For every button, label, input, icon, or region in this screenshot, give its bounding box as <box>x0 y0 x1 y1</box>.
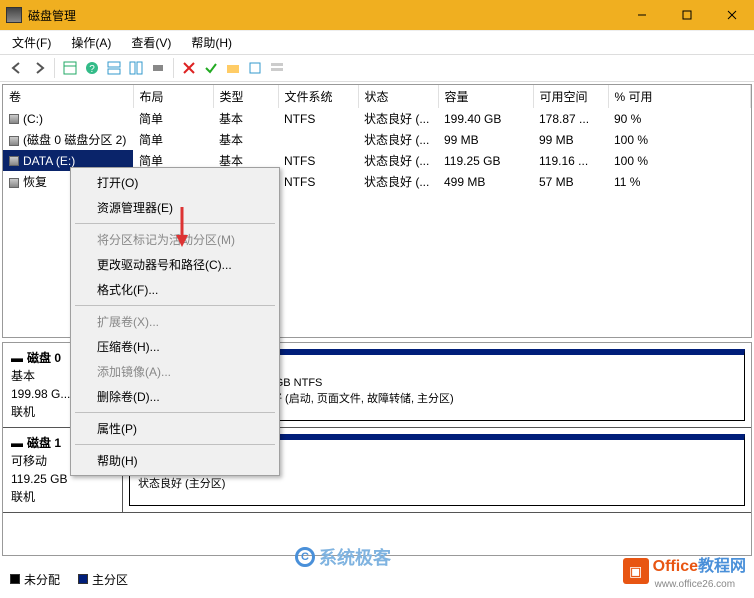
partition[interactable]: (C:) 199.40 GB NTFS 状态良好 (启动, 页面文件, 故障转储… <box>229 349 745 421</box>
col-free[interactable]: 可用空间 <box>533 85 608 108</box>
list-icon[interactable] <box>268 59 286 77</box>
menu-format[interactable]: 格式化(F)... <box>73 277 277 302</box>
delete-icon[interactable] <box>180 59 198 77</box>
refresh-icon[interactable] <box>246 59 264 77</box>
drive-icon <box>9 156 19 166</box>
menu-extend: 扩展卷(X)... <box>73 309 277 334</box>
col-type[interactable]: 类型 <box>213 85 278 108</box>
help-icon[interactable]: ? <box>83 59 101 77</box>
col-capacity[interactable]: 容量 <box>438 85 533 108</box>
menu-file[interactable]: 文件(F) <box>8 32 55 53</box>
menu-mirror: 添加镜像(A)... <box>73 359 277 384</box>
menubar: 文件(F) 操作(A) 查看(V) 帮助(H) <box>0 30 754 54</box>
folder-icon[interactable] <box>224 59 242 77</box>
col-layout[interactable]: 布局 <box>133 85 213 108</box>
legend: 未分配 主分区 <box>10 571 128 588</box>
menu-shrink[interactable]: 压缩卷(H)... <box>73 334 277 359</box>
menu-help[interactable]: 帮助(H) <box>73 448 277 473</box>
watermark: C系统极客 <box>295 544 391 570</box>
settings-icon[interactable] <box>149 59 167 77</box>
col-volume[interactable]: 卷 <box>3 85 133 108</box>
drive-icon <box>9 114 19 124</box>
watermark: ▣ Office教程网 www.office26.com <box>623 552 746 590</box>
menu-open[interactable]: 打开(O) <box>73 170 277 195</box>
titlebar: 磁盘管理 <box>0 0 754 30</box>
col-fs[interactable]: 文件系统 <box>278 85 358 108</box>
forward-button[interactable] <box>30 59 48 77</box>
view-icon[interactable] <box>61 59 79 77</box>
app-icon <box>6 7 22 23</box>
maximize-button[interactable] <box>664 0 709 30</box>
menu-help[interactable]: 帮助(H) <box>187 32 236 53</box>
col-pct[interactable]: % 可用 <box>608 85 751 108</box>
window-title: 磁盘管理 <box>28 7 76 24</box>
layout2-icon[interactable] <box>127 59 145 77</box>
drive-icon <box>9 178 19 188</box>
check-icon[interactable] <box>202 59 220 77</box>
svg-text:?: ? <box>89 64 95 75</box>
close-button[interactable] <box>709 0 754 30</box>
col-status[interactable]: 状态 <box>358 85 438 108</box>
menu-properties[interactable]: 属性(P) <box>73 416 277 441</box>
back-button[interactable] <box>8 59 26 77</box>
menu-view[interactable]: 查看(V) <box>127 32 175 53</box>
layout1-icon[interactable] <box>105 59 123 77</box>
arrow-icon <box>172 205 192 249</box>
disk-icon: ▬ <box>11 349 23 367</box>
disk-icon: ▬ <box>11 434 23 452</box>
table-row[interactable]: (磁盘 0 磁盘分区 2) 简单基本状态良好 (...99 MB99 MB100… <box>3 129 751 150</box>
drive-icon <box>9 136 19 146</box>
menu-delete[interactable]: 删除卷(D)... <box>73 384 277 409</box>
table-row[interactable]: (C:) 简单基本NTFS状态良好 (...199.40 GB178.87 ..… <box>3 108 751 129</box>
minimize-button[interactable] <box>619 0 664 30</box>
menu-action[interactable]: 操作(A) <box>67 32 115 53</box>
menu-change-letter[interactable]: 更改驱动器号和路径(C)... <box>73 252 277 277</box>
toolbar: ? <box>0 54 754 82</box>
